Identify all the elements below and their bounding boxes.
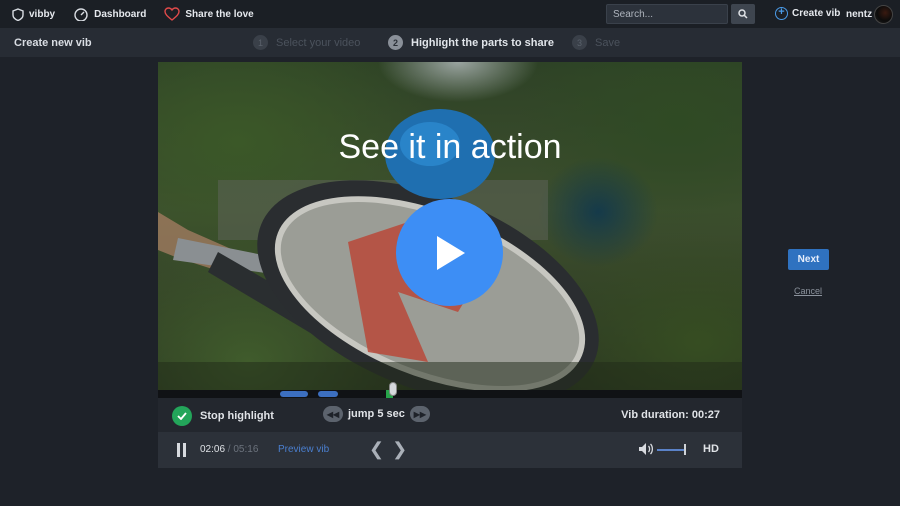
vibby-logo[interactable]: vibby xyxy=(12,7,56,21)
stop-highlight-label: Stop highlight xyxy=(200,410,274,422)
create-vib-label: Create vib xyxy=(792,8,841,19)
share-love-link[interactable]: Share the love xyxy=(164,7,254,21)
highlight-navigation: ❮ ❯ xyxy=(369,440,415,458)
gauge-icon xyxy=(74,7,88,21)
step-number: 2 xyxy=(388,35,403,50)
step-highlight: 2 Highlight the parts to share xyxy=(388,35,554,50)
video-timeline[interactable] xyxy=(158,382,742,398)
scrub-handle[interactable] xyxy=(389,382,397,396)
step-label: Select your video xyxy=(276,36,361,49)
wizard-header: Create new vib 1 Select your video 2 Hig… xyxy=(0,28,900,57)
step-select-video: 1 Select your video xyxy=(253,35,360,50)
time-display: 02:06 / 05:16 xyxy=(200,444,258,455)
heart-icon xyxy=(164,7,181,21)
pause-icon xyxy=(183,443,186,457)
vib-duration: Vib duration: 00:27 xyxy=(621,409,720,421)
preview-vib-link[interactable]: Preview vib xyxy=(278,444,329,455)
shield-icon xyxy=(12,7,24,21)
volume-knob[interactable] xyxy=(684,444,686,455)
video-player[interactable]: See it in action xyxy=(158,62,742,390)
current-time: 02:06 xyxy=(200,444,226,455)
playback-controls: 02:06 / 05:16 Preview vib ❮ ❯ HD xyxy=(158,432,742,468)
jump-controls: ◀◀ jump 5 sec ▶▶ xyxy=(323,406,430,422)
next-icon[interactable]: ❯ xyxy=(392,440,407,458)
rewind-icon[interactable]: ◀◀ xyxy=(323,406,343,422)
volume-slider[interactable] xyxy=(657,449,685,451)
plus-icon: + xyxy=(775,7,788,20)
previous-icon[interactable]: ❮ xyxy=(369,440,384,458)
jump-label: jump 5 sec xyxy=(348,408,405,420)
stop-highlight-button[interactable]: Stop highlight xyxy=(172,406,274,426)
create-vib-button[interactable]: + Create vib xyxy=(775,7,840,20)
next-button[interactable]: Next xyxy=(788,249,829,270)
pause-button[interactable] xyxy=(176,443,188,457)
top-nav: vibby Dashboard Share the love xyxy=(0,0,900,28)
volume-icon[interactable] xyxy=(638,442,654,456)
step-number: 1 xyxy=(253,35,268,50)
step-save: 3 Save xyxy=(572,35,620,50)
highlight-bar: Stop highlight ◀◀ jump 5 sec ▶▶ Vib dura… xyxy=(158,398,742,432)
share-label: Share the love xyxy=(185,8,254,20)
check-icon xyxy=(172,406,192,426)
username[interactable]: nentz xyxy=(846,9,872,20)
highlight-segment[interactable] xyxy=(280,391,308,397)
cancel-link[interactable]: Cancel xyxy=(794,286,822,296)
pause-icon xyxy=(177,443,180,457)
avatar[interactable] xyxy=(874,5,893,24)
page-title: Create new vib xyxy=(14,37,92,49)
logo-text: vibby xyxy=(29,8,56,20)
step-label: Highlight the parts to share xyxy=(411,36,555,49)
video-heading: See it in action xyxy=(338,128,562,166)
search-icon xyxy=(738,9,748,19)
search-button[interactable] xyxy=(731,4,755,24)
dashboard-link[interactable]: Dashboard xyxy=(73,7,147,21)
dashboard-label: Dashboard xyxy=(94,8,147,20)
total-time: 05:16 xyxy=(233,444,259,455)
search-input[interactable] xyxy=(606,4,728,24)
hd-toggle[interactable]: HD xyxy=(703,443,719,455)
play-button[interactable] xyxy=(396,199,503,306)
step-number: 3 xyxy=(572,35,587,50)
highlight-segment[interactable] xyxy=(318,391,338,397)
play-icon xyxy=(436,235,465,270)
fast-forward-icon[interactable]: ▶▶ xyxy=(409,406,430,422)
step-label: Save xyxy=(595,36,621,49)
